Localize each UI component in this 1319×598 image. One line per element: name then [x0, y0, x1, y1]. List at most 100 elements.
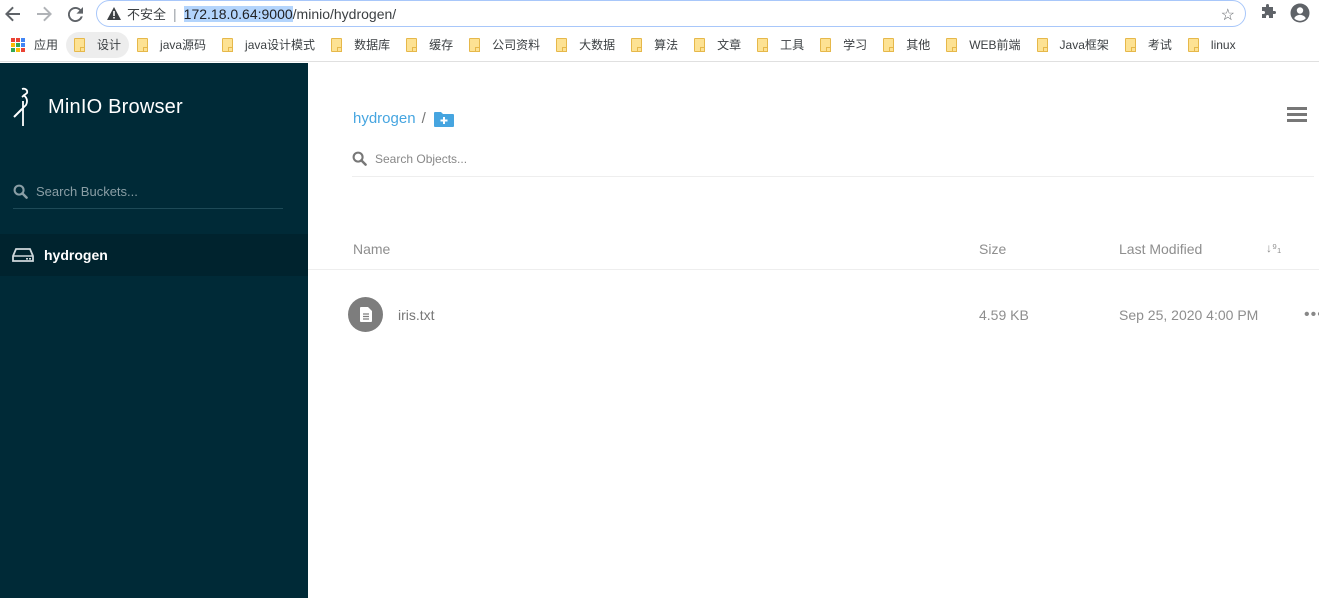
bookmark-folder[interactable]: 学习	[812, 32, 875, 58]
object-last-modified: Sep 25, 2020 4:00 PM	[1119, 307, 1259, 323]
bookmark-label: 设计	[97, 38, 122, 52]
back-button[interactable]	[2, 3, 24, 25]
address-bar[interactable]: 不安全 | 172.18.0.64:9000/minio/hydrogen/ ☆	[96, 0, 1246, 27]
folder-icon	[406, 37, 418, 52]
bookmark-label: 算法	[654, 38, 679, 52]
url-path: /minio/hydrogen/	[292, 5, 397, 22]
table-header: Name Size Last Modified ↓⁹₁	[308, 233, 1319, 270]
object-search-input[interactable]	[375, 151, 675, 166]
logo: MinIO Browser	[12, 87, 183, 127]
bookmark-label: java设计模式	[245, 38, 316, 52]
folder-icon	[469, 37, 481, 52]
reload-button[interactable]	[64, 3, 86, 25]
folder-icon	[883, 37, 895, 52]
bookmark-folder[interactable]: 数据库	[323, 32, 398, 58]
bookmark-label: 文章	[717, 38, 742, 52]
bookmark-folder[interactable]: java设计模式	[214, 32, 323, 58]
bookmark-folder[interactable]: 算法	[623, 32, 686, 58]
minio-app: MinIO Browser hydrogen hydrogen / Name S…	[0, 63, 1319, 598]
bookmark-folder[interactable]: 考试	[1117, 32, 1180, 58]
folder-icon	[820, 37, 832, 52]
bookmark-label: WEB前端	[969, 38, 1021, 52]
bookmark-label: 缓存	[429, 38, 454, 52]
breadcrumb: hydrogen /	[353, 110, 454, 127]
folder-icon	[137, 37, 149, 52]
minio-logo-icon	[13, 87, 29, 126]
reload-icon	[67, 6, 83, 22]
sort-icon[interactable]: ↓⁹₁	[1266, 241, 1281, 255]
column-last-modified[interactable]: Last Modified	[1119, 241, 1202, 257]
bookmarks-bar: 应用 设计 java源码 java设计模式 数据库 缓存 公司资料 大数据 算法…	[0, 28, 1319, 62]
folder-icon	[331, 37, 343, 52]
file-icon	[348, 297, 383, 332]
bucket-search	[13, 175, 283, 209]
bookmark-label: linux	[1210, 37, 1236, 52]
object-search	[352, 141, 1314, 177]
folder-icon	[74, 37, 86, 52]
folder-icon	[757, 37, 769, 52]
column-size[interactable]: Size	[979, 241, 1006, 257]
search-icon	[13, 184, 28, 199]
sidebar: MinIO Browser hydrogen	[0, 63, 308, 598]
bookmark-folder[interactable]: java源码	[129, 32, 214, 58]
extensions-icon[interactable]	[1260, 4, 1276, 25]
search-icon	[352, 151, 367, 166]
app-title: MinIO Browser	[48, 95, 183, 118]
breadcrumb-bucket[interactable]: hydrogen	[353, 110, 416, 127]
object-name[interactable]: iris.txt	[398, 307, 435, 323]
more-actions-icon[interactable]: •••	[1304, 306, 1319, 324]
folder-icon	[1187, 37, 1199, 52]
table-row[interactable]: iris.txt 4.59 KB Sep 25, 2020 4:00 PM ••…	[308, 288, 1319, 343]
bookmark-label: 应用	[34, 38, 59, 52]
folder-icon	[946, 37, 958, 52]
folder-icon	[631, 37, 643, 52]
bookmark-label: 考试	[1147, 38, 1172, 52]
bookmark-folder[interactable]: WEB前端	[938, 32, 1028, 58]
url-text[interactable]: 172.18.0.64:9000/minio/hydrogen/	[183, 5, 397, 22]
bookmark-label: 其他	[906, 38, 931, 52]
bookmark-folder[interactable]: 设计	[66, 31, 130, 58]
breadcrumb-separator: /	[421, 110, 426, 127]
bookmark-folder[interactable]: 其他	[875, 32, 938, 58]
profile-icon[interactable]	[1290, 3, 1310, 28]
folder-icon	[556, 37, 568, 52]
browser-toolbar: 不安全 | 172.18.0.64:9000/minio/hydrogen/ ☆	[0, 0, 1319, 28]
address-separator: |	[173, 5, 177, 22]
bucket-name: hydrogen	[44, 247, 108, 263]
bucket-item-hydrogen[interactable]: hydrogen	[0, 234, 308, 276]
bookmark-folder[interactable]: Java框架	[1029, 32, 1117, 58]
forward-button[interactable]	[33, 3, 55, 25]
warning-icon	[107, 7, 121, 21]
bookmark-folder[interactable]: 文章	[686, 32, 749, 58]
bookmark-label: 学习	[843, 38, 868, 52]
hamburger-menu-icon[interactable]	[1287, 107, 1307, 125]
arrow-right-icon	[37, 6, 52, 22]
apps-grid-icon	[11, 37, 25, 52]
bookmark-label: 数据库	[354, 38, 391, 52]
url-host: 172.18.0.64:9000	[183, 5, 293, 22]
folder-icon	[1036, 37, 1048, 52]
bookmark-folder[interactable]: 缓存	[398, 32, 461, 58]
column-name[interactable]: Name	[353, 241, 390, 257]
bookmark-folder[interactable]: 大数据	[548, 32, 623, 58]
bookmark-label: 大数据	[579, 38, 616, 52]
object-browser: hydrogen / Name Size Last Modified ↓⁹₁ i…	[308, 63, 1319, 598]
bookmark-label: 公司资料	[492, 38, 541, 52]
bookmark-folder[interactable]: 工具	[749, 32, 812, 58]
bookmark-label: 工具	[780, 38, 805, 52]
bookmark-star-icon[interactable]: ☆	[1221, 5, 1235, 25]
arrow-left-icon	[5, 6, 20, 22]
folder-icon	[694, 37, 706, 52]
folder-icon	[222, 37, 234, 52]
folder-icon	[1124, 37, 1136, 52]
bookmark-folder[interactable]: linux	[1180, 32, 1244, 58]
bookmark-apps[interactable]: 应用	[3, 32, 66, 58]
hard-drive-icon	[12, 248, 34, 262]
bucket-search-input[interactable]	[36, 184, 266, 199]
bookmark-label: java源码	[160, 38, 207, 52]
new-folder-icon[interactable]	[433, 111, 454, 127]
bookmark-folder[interactable]: 公司资料	[461, 32, 548, 58]
bookmark-label: Java框架	[1059, 38, 1109, 52]
security-label[interactable]: 不安全	[127, 4, 166, 23]
object-size: 4.59 KB	[979, 307, 1029, 323]
